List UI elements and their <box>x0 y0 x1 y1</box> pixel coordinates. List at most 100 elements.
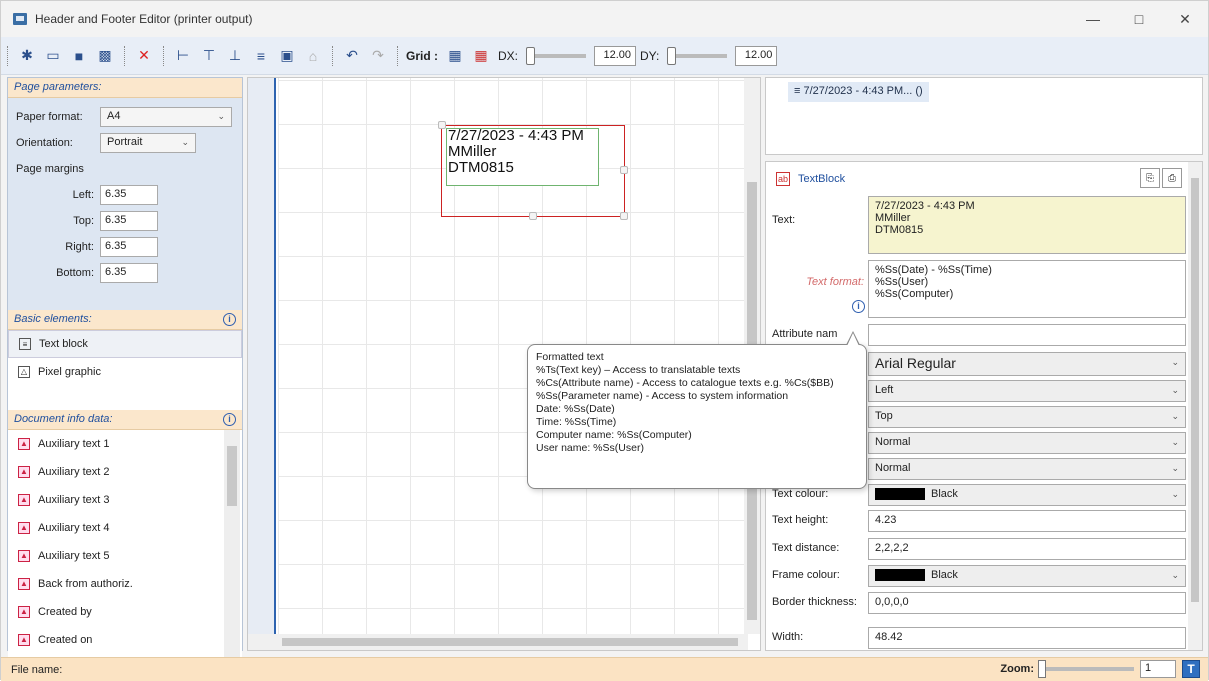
margin-top-input[interactable]: 6.35 <box>100 211 158 231</box>
undo-icon[interactable]: ↶ <box>341 45 363 67</box>
size-icon[interactable]: ▣ <box>276 45 298 67</box>
new-icon[interactable]: ✱ <box>16 45 38 67</box>
paper-format-select[interactable]: A4 ⌄ <box>100 107 232 127</box>
list-item-pixel-graphic[interactable]: △ Pixel graphic <box>8 358 242 386</box>
chevron-down-icon: ⌄ <box>1171 570 1179 580</box>
dx-slider-thumb[interactable] <box>526 46 536 65</box>
properties-actions: ⎘ ⎙ <box>1138 168 1182 188</box>
prop-style1-select[interactable]: Normal ⌄ <box>868 432 1186 454</box>
prop-text-height-label: Text height: <box>772 514 829 526</box>
list-item[interactable]: ▲ Auxiliary text 3 <box>8 486 242 514</box>
canvas-horizontal-scrollbar[interactable] <box>248 634 748 650</box>
margin-right-input[interactable]: 6.35 <box>100 237 158 257</box>
align-center-icon[interactable]: ≡ <box>250 45 272 67</box>
align-left-icon[interactable]: ⊢ <box>172 45 194 67</box>
prop-frame-colour-select[interactable]: Black ⌄ <box>868 565 1186 587</box>
copy-icon[interactable]: ⎘ <box>1140 168 1160 188</box>
orientation-value: Portrait <box>107 136 143 148</box>
tooltip-line: Time: %Ss(Time) <box>536 416 617 428</box>
document-field-icon: ▲ <box>18 493 30 506</box>
save-icon[interactable]: ■ <box>68 45 90 67</box>
prop-style2-select[interactable]: Normal ⌄ <box>868 458 1186 480</box>
info-icon[interactable]: i <box>223 413 236 426</box>
prop-text-distance-input[interactable]: 2,2,2,2 <box>868 538 1186 560</box>
lock-icon[interactable]: ⌂ <box>302 45 324 67</box>
chevron-down-icon: ⌄ <box>1171 437 1179 447</box>
paper-format-label: Paper format: <box>16 111 83 123</box>
minimize-button[interactable]: — <box>1070 1 1116 37</box>
canvas-text-block[interactable]: 7/27/2023 - 4:43 PM MMiller DTM0815 <box>448 128 584 176</box>
list-item[interactable]: ▲ Auxiliary text 5 <box>8 542 242 570</box>
list-item[interactable]: ▲ Back from authoriz. <box>8 570 242 598</box>
list-item[interactable]: ▲ Auxiliary text 1 <box>8 430 242 458</box>
maximize-button[interactable]: □ <box>1116 1 1162 37</box>
prop-valign-select[interactable]: Top ⌄ <box>868 406 1186 428</box>
prop-text-height-input[interactable]: 4.23 <box>868 510 1186 532</box>
delete-icon[interactable]: ✕ <box>133 45 155 67</box>
dy-input[interactable]: 12.00 <box>735 45 778 66</box>
list-item-text-block[interactable]: ≡ Text block <box>8 330 242 358</box>
margin-left-input[interactable]: 6.35 <box>100 185 158 205</box>
resize-handle[interactable] <box>438 121 446 129</box>
prop-font-select[interactable]: Arial Regular ⌄ <box>868 352 1186 376</box>
save-as-icon[interactable]: ▩ <box>94 45 116 67</box>
dx-input[interactable]: 12.00 <box>594 45 637 66</box>
title-bar: Header and Footer Editor (printer output… <box>1 1 1208 37</box>
tree-item-label: 7/27/2023 - 4:43 PM... () <box>803 85 923 97</box>
doc-info-scrollbar[interactable] <box>224 430 240 668</box>
zoom-slider-thumb[interactable] <box>1038 660 1046 678</box>
grid-snap-icon[interactable]: ▦ <box>470 45 492 67</box>
prop-attr-input[interactable] <box>868 324 1186 346</box>
chevron-down-icon: ⌄ <box>1171 489 1179 499</box>
margin-left-label: Left: <box>72 189 94 201</box>
canvas-text-line: MMiller <box>448 143 497 160</box>
prop-border-label: Border thickness: <box>772 596 857 608</box>
doc-info-title: Document info data: <box>14 413 113 425</box>
prop-format-value[interactable]: %Ss(Date) - %Ss(Time) %Ss(User) %Ss(Comp… <box>868 260 1186 318</box>
open-icon[interactable]: ▭ <box>42 45 64 67</box>
document-field-icon: ▲ <box>18 605 30 618</box>
resize-handle[interactable] <box>620 212 628 220</box>
basic-elements-list: ≡ Text block △ Pixel graphic <box>8 330 242 410</box>
list-item[interactable]: ▲ Created by <box>8 598 242 626</box>
prop-border-input[interactable]: 0,0,0,0 <box>868 592 1186 614</box>
info-icon[interactable]: i <box>223 313 236 326</box>
scroll-thumb[interactable] <box>1191 178 1199 602</box>
align-bottom-icon[interactable]: ⊥ <box>224 45 246 67</box>
list-item[interactable]: ▲ Created on <box>8 626 242 654</box>
info-icon[interactable]: i <box>852 300 865 313</box>
redo-icon[interactable]: ↷ <box>367 45 389 67</box>
properties-scrollbar[interactable] <box>1188 162 1202 650</box>
align-top-icon[interactable]: ⊤ <box>198 45 220 67</box>
prop-halign-select[interactable]: Left ⌄ <box>868 380 1186 402</box>
file-name-label: File name: <box>11 663 63 676</box>
text-mode-icon[interactable]: T <box>1182 660 1200 678</box>
prop-text-value[interactable]: 7/27/2023 - 4:43 PM MMiller DTM0815 <box>868 196 1186 254</box>
tooltip-line: Formatted text <box>536 351 604 363</box>
toolbar-separator <box>163 45 164 66</box>
tooltip-tail <box>847 333 859 346</box>
list-item-label: Created on <box>38 633 93 646</box>
dy-slider-thumb[interactable] <box>667 46 677 65</box>
zoom-slider[interactable] <box>1038 660 1134 678</box>
close-window-button[interactable]: ✕ <box>1162 1 1208 37</box>
list-item[interactable]: ▲ Auxiliary text 4 <box>8 514 242 542</box>
paste-icon[interactable]: ⎙ <box>1162 168 1182 188</box>
grid-icon[interactable]: ▦ <box>444 45 466 67</box>
tree-item[interactable]: ≡ 7/27/2023 - 4:43 PM... () <box>788 82 929 102</box>
dy-slider[interactable] <box>667 46 728 65</box>
prop-text-colour-select[interactable]: Black ⌄ <box>868 484 1186 506</box>
margin-bottom-input[interactable]: 6.35 <box>100 263 158 283</box>
scroll-thumb[interactable] <box>227 446 237 506</box>
list-item[interactable]: ▲ Auxiliary text 2 <box>8 458 242 486</box>
zoom-input[interactable]: 1 <box>1140 660 1176 678</box>
list-item-label: Auxiliary text 5 <box>38 549 110 562</box>
resize-handle[interactable] <box>529 212 537 220</box>
dx-slider[interactable] <box>526 46 587 65</box>
scroll-thumb[interactable] <box>282 638 738 646</box>
resize-handle[interactable] <box>620 166 628 174</box>
prop-width-input[interactable]: 48.42 <box>868 627 1186 649</box>
properties-type-label: TextBlock <box>798 173 846 185</box>
orientation-select[interactable]: Portrait ⌄ <box>100 133 196 153</box>
document-field-icon: ▲ <box>18 577 30 590</box>
